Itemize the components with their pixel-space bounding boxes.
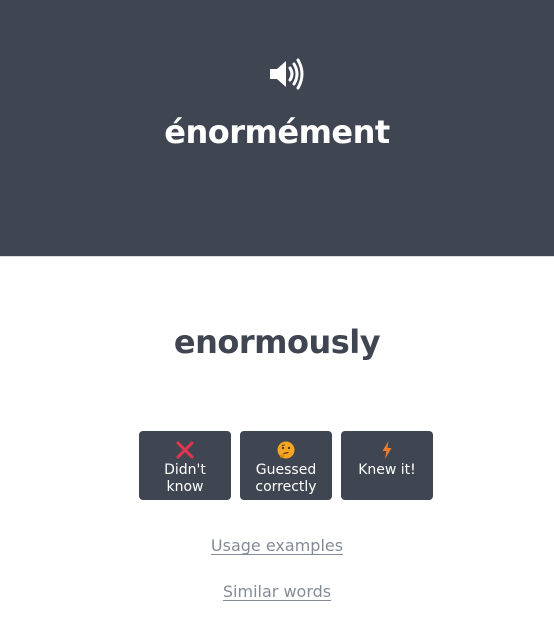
cross-icon [139, 440, 231, 460]
similar-words-link[interactable]: Similar words [223, 582, 331, 601]
knew-it-label: Knew it! [358, 462, 416, 478]
usage-examples-link[interactable]: Usage examples [211, 536, 343, 555]
flashcard-front: énormément [0, 0, 554, 256]
answer-buttons: Didn't know Guessed correctly Knew it! [139, 431, 433, 500]
knew-it-button[interactable]: Knew it! [341, 431, 433, 500]
speaker-volume-icon-svg [270, 58, 304, 90]
speaker-volume-icon[interactable] [267, 57, 305, 91]
usage-examples-link-row: Usage examples [0, 536, 554, 555]
thinking-face-icon [240, 440, 332, 460]
card-divider [0, 256, 554, 257]
foreign-word: énormément [164, 113, 390, 151]
guessed-correctly-label: Guessed correctly [255, 462, 317, 495]
translation-text: enormously [173, 323, 381, 361]
didnt-know-button[interactable]: Didn't know [139, 431, 231, 500]
didnt-know-label: Didn't know [164, 462, 206, 495]
guessed-correctly-button[interactable]: Guessed correctly [240, 431, 332, 500]
similar-words-link-row: Similar words [0, 582, 554, 601]
lightning-icon [341, 440, 433, 460]
